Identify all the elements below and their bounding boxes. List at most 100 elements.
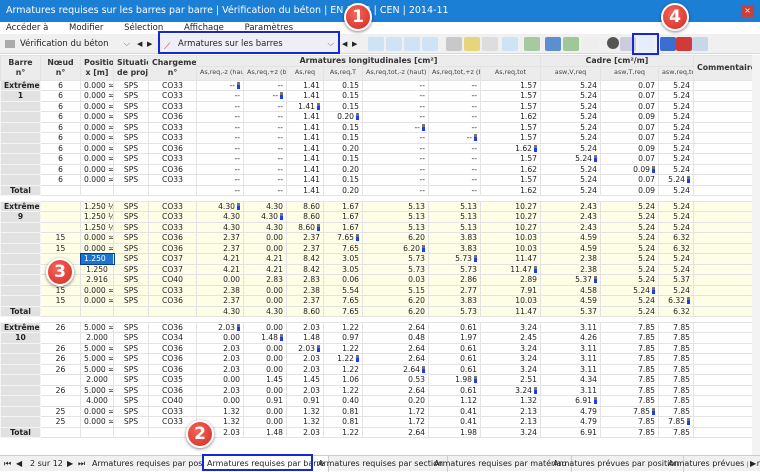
value-cell[interactable]: 7.85 <box>659 333 694 344</box>
node-cell[interactable] <box>41 396 81 407</box>
value-cell[interactable]: 8.42 <box>287 264 324 275</box>
value-cell[interactable]: -- <box>429 112 481 123</box>
module-dropdown[interactable]: Vérification du béton ⌵ <box>2 36 134 52</box>
table-row[interactable]: 102.000SPSCO340.001.481.480.970.481.972.… <box>1 333 753 344</box>
node-cell[interactable]: 15 <box>41 233 81 244</box>
situation-cell[interactable]: SPS <box>114 122 149 133</box>
value-cell[interactable]: 7.85 <box>659 396 694 407</box>
sync-icon[interactable] <box>368 37 384 51</box>
value-cell[interactable]: 0.06 <box>324 275 363 286</box>
value-cell[interactable]: -- <box>197 164 244 175</box>
node-cell[interactable]: 6 <box>41 154 81 165</box>
value-cell[interactable]: 1.57 <box>481 91 541 102</box>
node-cell[interactable]: 6 <box>41 112 81 123</box>
node-cell[interactable] <box>41 333 81 344</box>
value-cell[interactable]: -- <box>244 143 287 154</box>
value-cell[interactable]: 10.27 <box>481 212 541 223</box>
value-cell[interactable]: 3.05 <box>324 254 363 265</box>
value-cell[interactable]: 2.37 <box>197 243 244 254</box>
load-cell[interactable]: CO34 <box>149 333 197 344</box>
node-cell[interactable]: 6 <box>41 91 81 102</box>
value-cell[interactable]: -- <box>429 80 481 91</box>
situation-cell[interactable]: SPS <box>114 91 149 102</box>
menu-acceder[interactable]: Accéder à <box>6 23 48 33</box>
value-cell[interactable]: 7.85 <box>601 322 659 333</box>
value-cell[interactable]: -- <box>244 91 287 102</box>
value-cell[interactable]: 7.85 <box>601 343 659 354</box>
value-cell[interactable]: 4.79 <box>541 406 601 417</box>
value-cell[interactable]: 4.21 <box>197 264 244 275</box>
situation-cell[interactable]: SPS <box>114 222 149 233</box>
value-cell[interactable]: 0.48 <box>363 333 429 344</box>
value-cell[interactable]: 3.05 <box>324 264 363 275</box>
value-cell[interactable]: 3.24 <box>481 343 541 354</box>
value-cell[interactable]: 2.37 <box>287 243 324 254</box>
table-icon[interactable] <box>446 37 462 51</box>
decimals-icon[interactable] <box>563 37 579 51</box>
situation-cell[interactable]: SPS <box>114 264 149 275</box>
value-cell[interactable]: -- <box>244 122 287 133</box>
value-cell[interactable]: 2.37 <box>287 233 324 244</box>
value-cell[interactable]: 2.89 <box>481 275 541 286</box>
value-cell[interactable]: 5.24 <box>659 201 694 212</box>
value-cell[interactable]: 1.32 <box>287 417 324 428</box>
last-page-button[interactable]: ⏭ <box>78 456 85 471</box>
value-cell[interactable]: -- <box>429 164 481 175</box>
tab-armatures-requises-par-section[interactable]: Armatures requises par section <box>314 456 448 472</box>
position-cell[interactable]: 0.000 ≍ <box>81 233 114 244</box>
node-cell[interactable]: 6 <box>41 164 81 175</box>
position-cell[interactable]: 0.000 ≍ <box>81 285 114 296</box>
situation-cell[interactable]: SPS <box>114 80 149 91</box>
situation-cell[interactable]: SPS <box>114 101 149 112</box>
comment-cell[interactable] <box>694 164 753 175</box>
value-cell[interactable]: 4.30 <box>197 201 244 212</box>
load-cell[interactable]: CO37 <box>149 254 197 265</box>
position-cell[interactable]: 2.000 <box>81 375 114 386</box>
value-cell[interactable]: 8.60 <box>287 222 324 233</box>
situation-cell[interactable]: SPS <box>114 154 149 165</box>
value-cell[interactable]: 3.24 <box>481 354 541 365</box>
node-cell[interactable]: 15 <box>41 296 81 307</box>
situation-cell[interactable]: SPS <box>114 406 149 417</box>
value-cell[interactable]: 5.24 <box>601 275 659 286</box>
value-cell[interactable]: 0.07 <box>601 80 659 91</box>
comment-cell[interactable] <box>694 133 753 144</box>
value-cell[interactable]: -- <box>197 154 244 165</box>
value-cell[interactable]: 10.03 <box>481 296 541 307</box>
comment-cell[interactable] <box>694 175 753 186</box>
situation-cell[interactable]: SPS <box>114 243 149 254</box>
value-cell[interactable]: 1.57 <box>481 101 541 112</box>
value-cell[interactable]: 2.37 <box>197 296 244 307</box>
position-cell[interactable]: 5.000 ≍ <box>81 385 114 396</box>
node-cell[interactable] <box>41 212 81 223</box>
value-cell[interactable]: 8.60 <box>287 212 324 223</box>
value-cell[interactable]: 0.15 <box>324 122 363 133</box>
load-cell[interactable]: CO36 <box>149 164 197 175</box>
value-cell[interactable]: 5.24 <box>601 296 659 307</box>
table-row[interactable]: 60.000 ≍SPSCO36----1.410.20----1.625.240… <box>1 112 753 123</box>
comment-cell[interactable] <box>694 296 753 307</box>
value-cell[interactable]: 5.24 <box>659 154 694 165</box>
value-cell[interactable]: 7.85 <box>659 417 694 428</box>
cursor-icon[interactable] <box>583 37 599 51</box>
value-cell[interactable]: 0.07 <box>601 175 659 186</box>
value-cell[interactable]: -- <box>429 91 481 102</box>
table-row[interactable]: 265.000 ≍SPSCO362.030.002.031.222.640.61… <box>1 364 753 375</box>
value-cell[interactable]: 5.24 <box>601 233 659 244</box>
value-cell[interactable]: 0.00 <box>244 354 287 365</box>
value-cell[interactable]: 0.00 <box>244 233 287 244</box>
value-cell[interactable]: 1.32 <box>481 396 541 407</box>
value-cell[interactable]: 7.85 <box>659 343 694 354</box>
value-cell[interactable]: 6.32 <box>659 243 694 254</box>
value-cell[interactable]: -- <box>363 164 429 175</box>
value-cell[interactable]: 1.41 <box>287 164 324 175</box>
info-icon[interactable] <box>660 37 676 51</box>
value-cell[interactable]: 0.40 <box>324 396 363 407</box>
comment-cell[interactable] <box>694 212 753 223</box>
value-cell[interactable]: 7.85 <box>601 417 659 428</box>
node-cell[interactable]: 6 <box>41 143 81 154</box>
comment-cell[interactable] <box>694 343 753 354</box>
position-cell[interactable]: 0.000 ≍ <box>81 296 114 307</box>
value-cell[interactable]: 2.83 <box>287 275 324 286</box>
value-cell[interactable]: 5.24 <box>541 133 601 144</box>
